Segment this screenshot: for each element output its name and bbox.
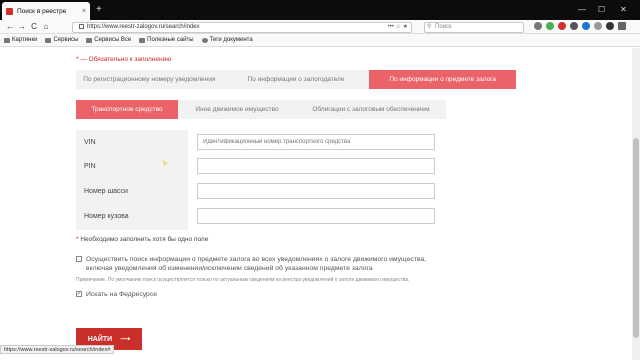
scrollbar-thumb[interactable]	[633, 138, 639, 338]
extension-icon[interactable]	[606, 22, 614, 30]
chassis-number-label: Номер шасси	[84, 188, 128, 195]
body-number-label: Номер кузова	[84, 213, 129, 220]
gear-icon	[201, 37, 208, 43]
lock-icon	[79, 23, 84, 29]
extension-icon[interactable]	[546, 22, 554, 30]
extension-icon[interactable]	[594, 22, 602, 30]
page-scrollbar[interactable]	[632, 48, 640, 360]
required-note: * — Обязательно к заполнению	[76, 56, 172, 63]
tab-by-notification-number[interactable]: По регистрационному номеру уведомления	[76, 70, 223, 89]
close-tab-icon[interactable]: ×	[82, 8, 86, 15]
bookmark-item[interactable]: Полезные сайты	[139, 37, 194, 43]
body-number-input[interactable]	[197, 208, 435, 224]
tab-vehicle[interactable]: Транспортное средство	[76, 100, 178, 119]
bookmark-item[interactable]: Сервисы Все	[86, 37, 131, 43]
search-all-notifications-option[interactable]: Осуществить поиск информации о предмете …	[76, 255, 446, 273]
tab-other-property[interactable]: Иное движимое имущество	[178, 100, 296, 119]
adblock-icon[interactable]	[558, 22, 566, 30]
search-all-checkbox[interactable]	[76, 256, 82, 262]
arrow-right-icon: ⟶	[120, 336, 131, 343]
new-tab-button[interactable]: +	[96, 3, 102, 17]
back-button[interactable]: ←	[4, 22, 16, 31]
site-favicon-icon	[6, 7, 13, 15]
reload-button[interactable]: C	[28, 22, 40, 31]
search-type-tabs: По регистрационному номеру уведомления П…	[76, 70, 517, 89]
bookmark-item[interactable]: Сервисы	[45, 37, 78, 43]
tab-bonds[interactable]: Облигации с залоговым обеспечением	[296, 100, 446, 119]
required-one-field-note: * Необходимо заполнить хотя бы одно поле	[76, 236, 209, 243]
folder-icon	[45, 37, 52, 43]
browser-window: Поиск в реестре × + — ☐ ✕ ← → C ⌂ https:…	[0, 0, 640, 360]
vin-input[interactable]	[197, 134, 435, 150]
search-icon: ⚲	[427, 24, 432, 30]
property-type-tabs: Транспортное средство Иное движимое имущ…	[76, 100, 446, 119]
bookmark-item[interactable]: Картинки	[4, 37, 37, 43]
search-all-label: Осуществить поиск информации о предмете …	[86, 256, 427, 272]
fedresurs-label: Искать на Федресурсе	[86, 291, 158, 298]
pin-input[interactable]	[197, 158, 435, 174]
fedresurs-option[interactable]: ✓ Искать на Федресурсе	[76, 290, 157, 299]
status-bar-url: https://www.reestr-zalogov.ru/search/ind…	[0, 345, 115, 354]
page-content: * — Обязательно к заполнению По регистра…	[0, 48, 632, 360]
extensions-toolbar	[534, 22, 626, 30]
folder-icon	[86, 37, 93, 43]
find-button-label: НАЙТИ	[87, 335, 113, 343]
browser-tab[interactable]: Поиск в реестре ×	[2, 2, 90, 20]
chassis-number-input[interactable]	[197, 183, 435, 199]
tab-bar: Поиск в реестре × + — ☐ ✕	[0, 0, 640, 20]
fedresurs-checkbox[interactable]: ✓	[76, 291, 82, 297]
tab-by-pledge-subject[interactable]: По информации о предмете залога	[369, 70, 517, 89]
bookmarks-bar: Картинки Сервисы Сервисы Все Полезные са…	[0, 34, 640, 47]
browser-search-input[interactable]: ⚲ Поиск	[424, 22, 524, 33]
window-close-button[interactable]: ✕	[620, 3, 627, 17]
tab-title: Поиск в реестре	[17, 7, 67, 15]
address-bar[interactable]: https://www.reestr-zalogov.ru/search/ind…	[72, 22, 412, 33]
tab-by-pledgor[interactable]: По информации о залогодателе	[223, 70, 370, 89]
extension-icon[interactable]	[570, 22, 578, 30]
bookmark-item[interactable]: Теги документа	[201, 37, 253, 43]
extension-icon[interactable]	[582, 22, 590, 30]
home-button[interactable]: ⌂	[40, 22, 52, 31]
forward-button[interactable]: →	[16, 22, 28, 31]
folder-icon	[139, 37, 146, 43]
bookmark-star-icon[interactable]: ••• ☆ ★	[388, 23, 408, 32]
vin-label: VIN	[84, 139, 96, 146]
navigation-bar: ← → C ⌂ https://www.reestr-zalogov.ru/se…	[0, 20, 640, 34]
library-icon[interactable]	[534, 22, 542, 30]
maximize-button[interactable]: ☐	[598, 3, 605, 17]
folder-icon	[4, 37, 10, 43]
pin-label: PIN	[84, 163, 96, 170]
minimize-button[interactable]: —	[578, 3, 586, 17]
default-search-note: Примечание. По умолчанию поиск осуществл…	[76, 277, 410, 283]
menu-icon[interactable]	[618, 22, 626, 30]
url-text: https://www.reestr-zalogov.ru/search/ind…	[87, 24, 200, 30]
search-placeholder: Поиск	[435, 24, 452, 30]
